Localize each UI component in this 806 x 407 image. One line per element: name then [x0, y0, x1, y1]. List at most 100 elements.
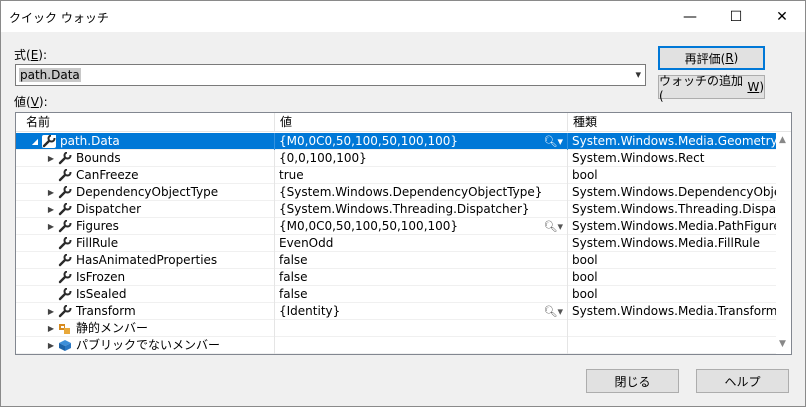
grid-row[interactable]: ▶ Bounds {0,0,100,100} System.Windows.Rect [16, 150, 776, 167]
expand-icon[interactable]: ▶ [46, 184, 56, 201]
row-type: System.Windows.DependencyObjec... [572, 185, 776, 199]
type-cell[interactable]: System.Windows.Threading.Dispatc... [568, 201, 776, 218]
type-cell[interactable]: System.Windows.Rect [568, 150, 776, 167]
grid-row[interactable]: ▶ パブリックでないメンバー [16, 337, 776, 354]
quickwatch-dialog: クイック ウォッチ — ☐ ✕ 式(E): path.Data ▾ 再評価(R)… [0, 0, 806, 407]
name-cell[interactable]: IsSealed [16, 286, 275, 303]
value-cell[interactable]: {Identity} 🔍︎▾ [275, 303, 568, 320]
expand-icon[interactable]: ▶ [46, 218, 56, 235]
expand-icon[interactable]: ▶ [46, 150, 56, 167]
value-cell[interactable]: {M0,0C0,50,100,50,100,100} 🔍︎▾ [275, 133, 568, 150]
value-cell[interactable]: {System.Windows.Threading.Dispatcher} [275, 201, 568, 218]
column-header-type[interactable]: 種類 [568, 113, 791, 132]
row-value: {Identity} [279, 304, 341, 318]
expand-icon[interactable]: ▶ [46, 303, 56, 320]
type-cell[interactable]: System.Windows.Media.Transform {... [568, 303, 776, 320]
name-cell[interactable]: ▶ Figures [16, 218, 275, 235]
expression-combobox[interactable]: path.Data ▾ [15, 64, 646, 86]
grid-row[interactable]: IsFrozen false bool [16, 269, 776, 286]
wrench-icon [58, 151, 72, 165]
row-name: CanFreeze [76, 168, 139, 182]
row-type: bool [572, 253, 598, 267]
value-cell[interactable]: {0,0,100,100} [275, 150, 568, 167]
column-header-value[interactable]: 値 [275, 113, 568, 132]
value-cell[interactable] [275, 337, 568, 354]
grid-row[interactable]: ▶ Dispatcher {System.Windows.Threading.Dis… [16, 201, 776, 218]
row-value: {M0,0C0,50,100,50,100,100} [279, 134, 459, 148]
grid-row[interactable]: ▶ Figures {M0,0C0,50,100,50,100,100} 🔍︎▾ Sys… [16, 218, 776, 235]
visualizer-magnifier-icon[interactable]: 🔍︎▾ [544, 133, 564, 150]
expand-icon[interactable]: ▶ [46, 320, 56, 337]
grid-row[interactable]: ▶ Transform {Identity} 🔍︎▾ System.Windows.Me… [16, 303, 776, 320]
name-cell[interactable]: ▶ Bounds [16, 150, 275, 167]
grid-row[interactable]: ◢ path.Data {M0,0C0,50,100,50,100,100} 🔍︎▾ S… [16, 133, 776, 150]
scroll-up-icon[interactable]: ▲ [779, 135, 786, 145]
value-cell[interactable]: false [275, 269, 568, 286]
name-cell[interactable]: ◢ path.Data [16, 133, 275, 150]
chevron-down-icon[interactable]: ▾ [635, 68, 641, 81]
close-window-button[interactable]: ✕ [759, 1, 805, 32]
value-cell[interactable]: false [275, 286, 568, 303]
vertical-scrollbar[interactable]: ▲ ▼ [776, 133, 791, 354]
name-cell[interactable]: IsFrozen [16, 269, 275, 286]
help-button[interactable]: ヘルプ [696, 369, 789, 393]
type-cell[interactable] [568, 337, 776, 354]
grid-row[interactable]: ▶ 静的メンバー [16, 320, 776, 337]
value-cell[interactable]: {System.Windows.DependencyObjectType} [275, 184, 568, 201]
values-label: 値(V): [14, 95, 48, 109]
expand-icon[interactable]: ▶ [46, 201, 56, 218]
value-cell[interactable] [275, 320, 568, 337]
type-cell[interactable] [568, 320, 776, 337]
name-cell[interactable]: HasAnimatedProperties [16, 252, 275, 269]
wrench-icon [58, 219, 72, 233]
name-cell[interactable]: ▶ 静的メンバー [16, 320, 275, 337]
name-cell[interactable]: ▶ Transform [16, 303, 275, 320]
name-cell[interactable]: CanFreeze [16, 167, 275, 184]
scroll-down-icon[interactable]: ▼ [779, 339, 786, 349]
name-cell[interactable]: ▶ Dispatcher [16, 201, 275, 218]
row-type: System.Windows.Rect [572, 151, 705, 165]
type-cell[interactable]: bool [568, 286, 776, 303]
grid-row[interactable]: CanFreeze true bool [16, 167, 776, 184]
add-watch-button[interactable]: ウォッチの追加(W) [658, 74, 765, 103]
reevaluate-button[interactable]: 再評価(R) [658, 46, 765, 70]
column-header-name[interactable]: 名前 [16, 113, 275, 132]
row-type: bool [572, 287, 598, 301]
type-cell[interactable]: bool [568, 167, 776, 184]
value-cell[interactable]: false [275, 252, 568, 269]
expression-label: 式(E): [14, 48, 48, 62]
row-type: System.Windows.Threading.Dispatc... [572, 202, 776, 216]
maximize-button[interactable]: ☐ [713, 1, 759, 32]
visualizer-magnifier-icon[interactable]: 🔍︎▾ [544, 218, 564, 235]
value-cell[interactable]: true [275, 167, 568, 184]
visualizer-magnifier-icon[interactable]: 🔍︎▾ [544, 303, 564, 320]
row-value: EvenOdd [279, 236, 334, 250]
type-cell[interactable]: bool [568, 269, 776, 286]
collapse-icon[interactable]: ◢ [30, 133, 40, 150]
grid-row[interactable]: HasAnimatedProperties false bool [16, 252, 776, 269]
grid-row[interactable]: ▶ DependencyObjectType {System.Windows.Dep… [16, 184, 776, 201]
type-cell[interactable]: bool [568, 252, 776, 269]
value-cell[interactable]: EvenOdd [275, 235, 568, 252]
row-value: false [279, 287, 308, 301]
type-cell[interactable]: System.Windows.Media.PathFigure... [568, 218, 776, 235]
close-button[interactable]: 閉じる [586, 369, 679, 393]
row-name: HasAnimatedProperties [76, 253, 218, 267]
row-type: System.Windows.Media.Transform {... [572, 304, 776, 318]
row-name: path.Data [60, 134, 120, 148]
minimize-button[interactable]: — [667, 1, 713, 32]
type-cell[interactable]: System.Windows.DependencyObjec... [568, 184, 776, 201]
name-cell[interactable]: ▶ DependencyObjectType [16, 184, 275, 201]
value-cell[interactable]: {M0,0C0,50,100,50,100,100} 🔍︎▾ [275, 218, 568, 235]
type-cell[interactable]: System.Windows.Media.FillRule [568, 235, 776, 252]
name-cell[interactable]: FillRule [16, 235, 275, 252]
static-members-icon [58, 322, 72, 335]
grid-row[interactable]: IsSealed false bool [16, 286, 776, 303]
wrench-icon [58, 270, 72, 284]
expression-input[interactable]: path.Data [19, 68, 81, 82]
expand-icon[interactable]: ▶ [46, 337, 56, 354]
grid-row[interactable]: FillRule EvenOdd System.Windows.Media.Fill… [16, 235, 776, 252]
row-name: Figures [76, 219, 119, 233]
name-cell[interactable]: ▶ パブリックでないメンバー [16, 337, 275, 354]
type-cell[interactable]: System.Windows.Media.Geometry {... [568, 133, 776, 150]
